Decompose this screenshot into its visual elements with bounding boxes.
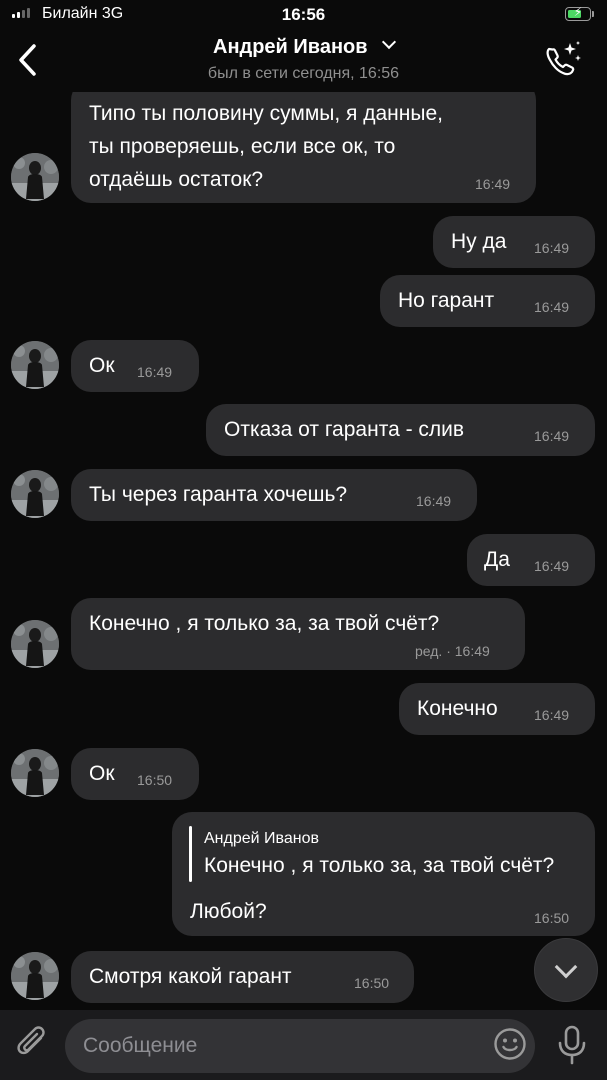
contact-title[interactable]: Андрей Иванов был в сети сегодня, 16:56 (0, 34, 607, 83)
microphone-icon (558, 1025, 586, 1065)
message-text: Отказа от гаранта - слив (224, 418, 465, 441)
message-time: 16:49 (137, 364, 173, 380)
paperclip-icon (17, 1026, 45, 1055)
message-text: Смотря какой гарант (89, 965, 292, 988)
message-time: 16:49 (534, 558, 570, 574)
message-text: Да (484, 548, 510, 571)
message-text: Типо ты половину суммы, я данные, (89, 102, 443, 125)
phone-sparkle-icon (546, 41, 581, 76)
message-text: Конечно , я только за, за твой счёт? (89, 612, 440, 635)
message-text: Конечно (417, 697, 498, 720)
message-text: отдаёшь остаток? (89, 168, 264, 191)
emoji-button[interactable] (493, 1027, 527, 1061)
status-time: 16:56 (281, 5, 326, 24)
battery-icon: ⚡ (565, 5, 591, 21)
avatar[interactable] (11, 749, 59, 797)
message-text: ты проверяешь, если все ок, то (89, 135, 396, 158)
avatar[interactable] (11, 341, 59, 389)
avatar[interactable] (11, 952, 59, 1000)
scroll-to-bottom-button[interactable] (534, 938, 598, 1002)
message-time: 16:49 (534, 240, 570, 256)
call-button[interactable] (541, 40, 583, 82)
status-bar: Билайн 3G 16:56 ⚡ (0, 0, 607, 30)
avatar[interactable] (11, 153, 59, 201)
contact-name: Андрей Иванов (213, 36, 368, 58)
message-text: Ок (89, 354, 115, 377)
message-time: 16:50 (534, 910, 570, 926)
reply-quote-bar (189, 826, 192, 882)
battery-tip (592, 11, 594, 17)
chevron-down-icon (554, 955, 578, 979)
attach-button[interactable] (14, 1024, 52, 1064)
message-time: 16:49 (534, 299, 570, 315)
reply-author: Андрей Иванов (204, 830, 319, 847)
message-text: Ну да (451, 230, 507, 253)
message-composer: Сообщение (0, 1010, 607, 1080)
message-list[interactable]: Типо ты половину суммы, я данные, ты про… (0, 92, 607, 1010)
message-time: 16:50 (137, 772, 173, 788)
reply-quote-text: Конечно , я только за, за твой счёт? (204, 854, 555, 877)
avatar[interactable] (11, 620, 59, 668)
voice-message-button[interactable] (556, 1024, 588, 1066)
message-text: Любой? (190, 900, 267, 923)
last-seen-status: был в сети сегодня, 16:56 (207, 65, 400, 82)
message-input[interactable]: Сообщение (65, 1019, 535, 1073)
message-text: Ты через гаранта хочешь? (89, 483, 348, 506)
chevron-down-icon (381, 34, 397, 50)
message-time: 16:49 (475, 176, 511, 192)
avatar[interactable] (11, 470, 59, 518)
chat-header: Андрей Иванов был в сети сегодня, 16:56 (0, 30, 607, 94)
message-text: Но гарант (398, 289, 495, 312)
message-time: 16:49 (416, 493, 452, 509)
smile-icon (494, 1028, 526, 1060)
message-time: ред. · 16:49 (415, 643, 490, 659)
message-time: 16:49 (534, 707, 570, 723)
message-time: 16:50 (354, 975, 390, 991)
message-text: Ок (89, 762, 115, 785)
message-time: 16:49 (534, 428, 570, 444)
